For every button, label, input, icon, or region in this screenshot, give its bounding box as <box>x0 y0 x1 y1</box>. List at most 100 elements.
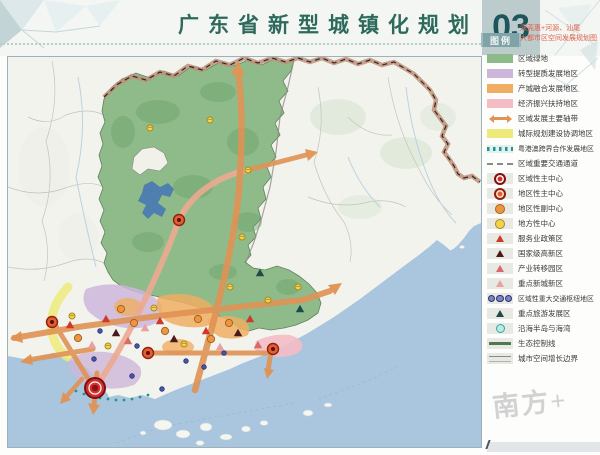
legend-label: 区域性主中心 <box>518 173 563 184</box>
legend-swatch-triangle <box>487 233 513 244</box>
local-center <box>147 125 153 131</box>
local-center <box>151 305 157 311</box>
legend-item: 服务业政策区 <box>487 231 599 246</box>
legend-swatch-triangle <box>487 278 513 289</box>
legend-swatch <box>487 69 513 78</box>
legend-label: 城际规划建设协调地区 <box>518 128 593 139</box>
local-center <box>265 297 271 303</box>
legend-swatch-dotted-line <box>487 145 513 153</box>
page-title: 广东省新型城镇化规划 <box>140 9 478 39</box>
legend-swatch-circle <box>487 218 513 229</box>
legend-label: 产城融合发展地区 <box>518 83 578 94</box>
district-sub-center <box>117 305 124 312</box>
legend-item: 城际规划建设协调地区 <box>487 126 599 141</box>
transport-hub <box>92 357 97 362</box>
legend-item: 区域性重大交通枢纽地区 <box>487 291 599 306</box>
legend-item: 转型提质发展地区 <box>487 66 599 81</box>
legend-label: 地方性中心 <box>518 218 556 229</box>
legend-item: 沿海半岛与海湾 <box>487 321 599 336</box>
local-center <box>69 313 75 319</box>
legend-swatch-triple-circle <box>487 293 513 304</box>
legend-item: 国家级高新区 <box>487 246 599 261</box>
local-center <box>227 284 233 290</box>
local-center <box>295 284 301 290</box>
district-sub-center <box>225 319 232 326</box>
bottom-scale-bar <box>487 442 600 452</box>
district-main-center <box>47 317 58 328</box>
legend-swatch-ringed-circle <box>487 188 513 199</box>
legend-item: 经济振兴扶持地区 <box>487 96 599 111</box>
watermark: 南方+ <box>490 374 600 424</box>
legend-label: 区域绿地 <box>518 53 548 64</box>
legend-swatch-circle <box>487 323 513 334</box>
legend-swatch-line <box>487 338 513 349</box>
legend-item: 产城融合发展地区 <box>487 81 599 96</box>
legend-item: 区域重要交通通道 <box>487 156 599 171</box>
legend-label: 服务业政策区 <box>518 233 563 244</box>
district-main-center <box>174 215 185 226</box>
legend-item: 区域性主中心 <box>487 171 599 186</box>
legend-item: 重点旅游发展区 <box>487 306 599 321</box>
legend-item: 地区性主中心 <box>487 186 599 201</box>
legend-label: 区域性重大交通枢纽地区 <box>518 293 594 303</box>
scale-bar-mark <box>485 440 493 449</box>
legend-label: 地区性副中心 <box>518 203 563 214</box>
legend-swatch <box>487 84 513 93</box>
legend-label: 产业转移园区 <box>518 263 563 274</box>
transport-hub <box>160 387 165 392</box>
legend-swatch <box>487 99 513 108</box>
local-center <box>207 117 213 123</box>
district-main-center <box>268 344 279 355</box>
transport-hub <box>222 351 227 356</box>
legend-swatch-circle <box>487 203 513 214</box>
district-sub-center <box>194 315 201 322</box>
district-sub-center <box>207 335 214 342</box>
local-center <box>239 234 245 240</box>
legend-label: 区域发展主要轴带 <box>518 113 578 124</box>
legend-item: 城市空间增长边界 <box>487 351 599 366</box>
page: 广东省新型城镇化规划 03 图例 深莞惠+河源、汕尾 大都市区空间发展规划图 <box>0 0 600 455</box>
local-center <box>245 167 251 173</box>
legend-label: 地区性主中心 <box>518 188 563 199</box>
legend-panel: 区域绿地 转型提质发展地区 产城融合发展地区 经济振兴扶持地区 区域发展主要轴带… <box>487 51 599 366</box>
legend-swatch-double-arrow <box>487 114 513 123</box>
legend-label: 重点新城新区 <box>518 278 563 289</box>
legend-swatch <box>487 129 513 138</box>
transport-hub <box>130 374 135 379</box>
local-center <box>181 341 187 347</box>
district-main-center <box>143 348 154 359</box>
legend-item: 生态控制线 <box>487 336 599 351</box>
legend-swatch-triangle <box>487 248 513 259</box>
transport-hub <box>98 329 103 334</box>
legend-item: 区域绿地 <box>487 51 599 66</box>
legend-label: 生态控制线 <box>518 338 556 349</box>
header-ornament-left <box>0 0 128 48</box>
title-separator <box>0 43 481 45</box>
legend-swatch-ringed-circle <box>487 173 513 184</box>
legend-item: 粤港澳跨界合作发展地区 <box>487 141 599 156</box>
legend-item: 产业转移园区 <box>487 261 599 276</box>
district-sub-center <box>74 334 81 341</box>
legend-item: 区域发展主要轴带 <box>487 111 599 126</box>
legend-label: 重点旅游发展区 <box>518 308 571 319</box>
legend-label: 经济振兴扶持地区 <box>518 98 578 109</box>
legend-label: 转型提质发展地区 <box>518 68 578 79</box>
legend-swatch-triangle <box>487 308 513 319</box>
regional-main-center <box>85 378 105 398</box>
legend-swatch-triangle <box>487 263 513 274</box>
local-center <box>105 343 111 349</box>
legend-swatch <box>487 54 513 63</box>
legend-label: 沿海半岛与海湾 <box>518 323 571 334</box>
legend-swatch-double-line <box>487 353 513 364</box>
transport-hub <box>202 365 207 370</box>
legend-label: 粤港澳跨界合作发展地区 <box>518 143 594 153</box>
legend-swatch-dashed-line <box>487 163 513 165</box>
legend-item: 地方性中心 <box>487 216 599 231</box>
legend-label: 国家级高新区 <box>518 248 563 259</box>
legend-item: 重点新城新区 <box>487 276 599 291</box>
map-subtitle-line2: 大都市区空间发展规划图 <box>520 34 600 44</box>
transport-hub <box>184 359 189 364</box>
legend-label: 区域重要交通通道 <box>518 158 578 169</box>
district-sub-center <box>130 319 137 326</box>
map-canvas <box>8 57 481 447</box>
